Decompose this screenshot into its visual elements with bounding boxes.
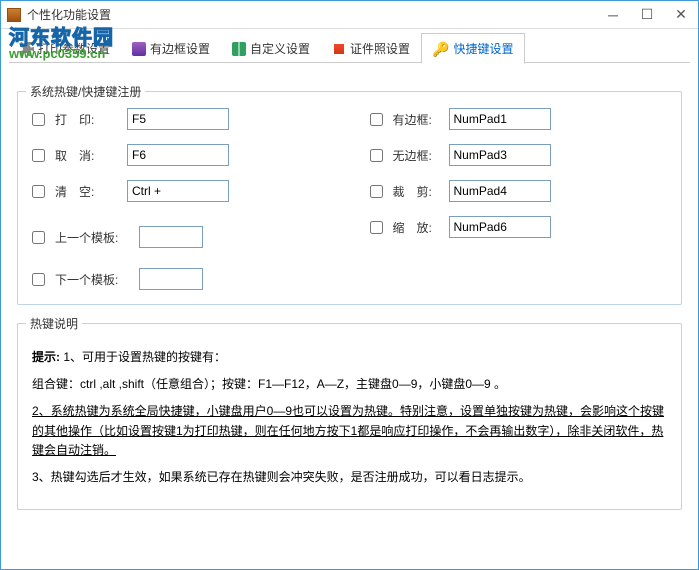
close-button[interactable]: ✕ (664, 3, 698, 27)
tab-label: 有边框设置 (150, 40, 210, 57)
photo-icon (332, 42, 346, 56)
input-print[interactable] (127, 108, 229, 130)
tab-print-params[interactable]: 打印参数设置 (9, 33, 121, 63)
maximize-button[interactable]: ☐ (630, 3, 664, 27)
app-icon (7, 8, 21, 22)
lbl-crop: 裁 剪: (393, 183, 441, 200)
help-p4: 3、热键勾选后才生效，如果系统已存在热键则会冲突失败，是否注册成功，可以看日志提… (32, 468, 667, 487)
help-legend: 热键说明 (26, 315, 82, 332)
key-icon: 🔑 (432, 42, 449, 56)
chk-next-template[interactable] (32, 273, 45, 286)
chk-prev-template[interactable] (32, 231, 45, 244)
main-content: 系统热键/快捷键注册 打 印: 取 消: 清 空: (1, 63, 698, 520)
input-prev-template[interactable] (139, 226, 203, 248)
lbl-print: 打 印: (55, 111, 119, 128)
frame-icon (132, 42, 146, 56)
gear-icon (20, 42, 34, 56)
tab-id-photo[interactable]: 证件照设置 (321, 33, 421, 63)
help-p1: 1、可用于设置热键的按键有： (63, 350, 226, 364)
chk-borderless[interactable] (370, 149, 383, 162)
chk-crop[interactable] (370, 185, 383, 198)
book-icon (232, 42, 246, 56)
minimize-button[interactable]: ─ (596, 3, 630, 27)
titlebar: 个性化功能设置 ─ ☐ ✕ (1, 1, 698, 29)
input-cancel[interactable] (127, 144, 229, 166)
tab-bordered[interactable]: 有边框设置 (121, 33, 221, 63)
input-crop[interactable] (449, 180, 551, 202)
chk-clear[interactable] (32, 185, 45, 198)
tab-label: 证件照设置 (350, 40, 410, 57)
input-bordered[interactable] (449, 108, 551, 130)
chk-print[interactable] (32, 113, 45, 126)
lbl-bordered: 有边框: (393, 111, 441, 128)
help-fieldset: 热键说明 提示: 1、可用于设置热键的按键有： 组合键：ctrl ,alt ,s… (17, 323, 682, 510)
lbl-cancel: 取 消: (55, 147, 119, 164)
window-controls: ─ ☐ ✕ (596, 3, 698, 27)
chk-cancel[interactable] (32, 149, 45, 162)
tab-hotkeys[interactable]: 🔑 快捷键设置 (421, 33, 524, 64)
input-clear[interactable] (127, 180, 229, 202)
input-zoom[interactable] (449, 216, 551, 238)
lbl-prev-template: 上一个模板: (55, 229, 131, 246)
chk-zoom[interactable] (370, 221, 383, 234)
lbl-clear: 清 空: (55, 183, 119, 200)
input-next-template[interactable] (139, 268, 203, 290)
tab-label: 打印参数设置 (38, 40, 110, 57)
hotkey-fieldset: 系统热键/快捷键注册 打 印: 取 消: 清 空: (17, 91, 682, 305)
tab-bar: 打印参数设置 有边框设置 自定义设置 证件照设置 🔑 快捷键设置 (1, 29, 698, 63)
input-borderless[interactable] (449, 144, 551, 166)
window-title: 个性化功能设置 (27, 6, 596, 23)
tab-label: 自定义设置 (250, 40, 310, 57)
lbl-borderless: 无边框: (393, 147, 441, 164)
hotkey-legend: 系统热键/快捷键注册 (26, 83, 145, 100)
chk-bordered[interactable] (370, 113, 383, 126)
lbl-zoom: 缩 放: (393, 219, 441, 236)
lbl-next-template: 下一个模板: (55, 271, 131, 288)
tab-label: 快捷键设置 (454, 40, 514, 57)
tab-custom[interactable]: 自定义设置 (221, 33, 321, 63)
help-p1-label: 提示: (32, 350, 60, 364)
help-p3: 2、系统热键为系统全局快捷键，小键盘用户0—9也可以设置为热键。特别注意，设置单… (32, 402, 667, 460)
help-p2: 组合键：ctrl ,alt ,shift（任意组合）；按键：F1—F12，A—Z… (32, 375, 667, 394)
